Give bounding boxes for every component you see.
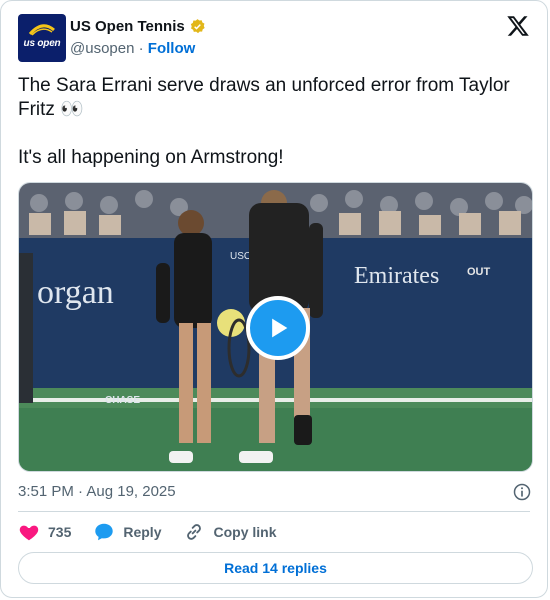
tweet-text: The Sara Errani serve draws an unforced … <box>18 75 510 168</box>
reply-bubble-icon <box>95 523 114 541</box>
x-logo-icon[interactable] <box>506 14 530 38</box>
avatar[interactable]: us open <box>18 14 66 62</box>
usopen-small-text: USO <box>230 251 252 262</box>
follow-button[interactable]: Follow <box>148 40 196 57</box>
sponsor-right-text: Emirates <box>354 263 439 289</box>
chase-sign-text: CHASE <box>105 395 140 406</box>
usopen-logo-icon <box>28 24 55 36</box>
verified-badge-icon <box>190 19 205 34</box>
divider <box>18 511 530 512</box>
heart-icon <box>19 525 39 541</box>
account-handle[interactable]: @usopen <box>70 40 134 57</box>
play-button[interactable] <box>246 296 310 360</box>
video-player[interactable]: organ Emirates OUT CHASE USO <box>18 182 533 472</box>
read-replies-button[interactable]: Read 14 replies <box>18 552 533 584</box>
avatar-logo-text: us open <box>23 38 61 49</box>
like-count: 735 <box>48 524 72 540</box>
tweet-timestamp[interactable]: 3:51 PM · Aug 19, 2025 <box>18 483 176 500</box>
info-icon[interactable] <box>512 482 532 502</box>
tweet-card: us open US Open Tennis @usopen · Follow … <box>0 0 548 598</box>
copy-link-label: Copy link <box>213 524 277 540</box>
tweet-header: us open US Open Tennis @usopen · Follow <box>18 14 530 62</box>
link-icon <box>187 524 202 540</box>
handle-row: @usopen · Follow <box>70 40 195 57</box>
reply-button[interactable]: Reply <box>93 521 161 543</box>
account-name-row: US Open Tennis <box>70 18 206 35</box>
account-name[interactable]: US Open Tennis <box>70 18 185 35</box>
play-icon <box>272 318 288 338</box>
separator-dot: · <box>138 40 144 57</box>
action-bar: 735 Reply Copy link <box>18 521 299 543</box>
sponsor-left-text: organ <box>37 274 114 311</box>
copy-link-button[interactable]: Copy link <box>183 521 277 543</box>
out-sign-text: OUT <box>467 266 491 278</box>
reply-label: Reply <box>123 524 162 540</box>
like-button[interactable]: 735 <box>18 521 71 543</box>
